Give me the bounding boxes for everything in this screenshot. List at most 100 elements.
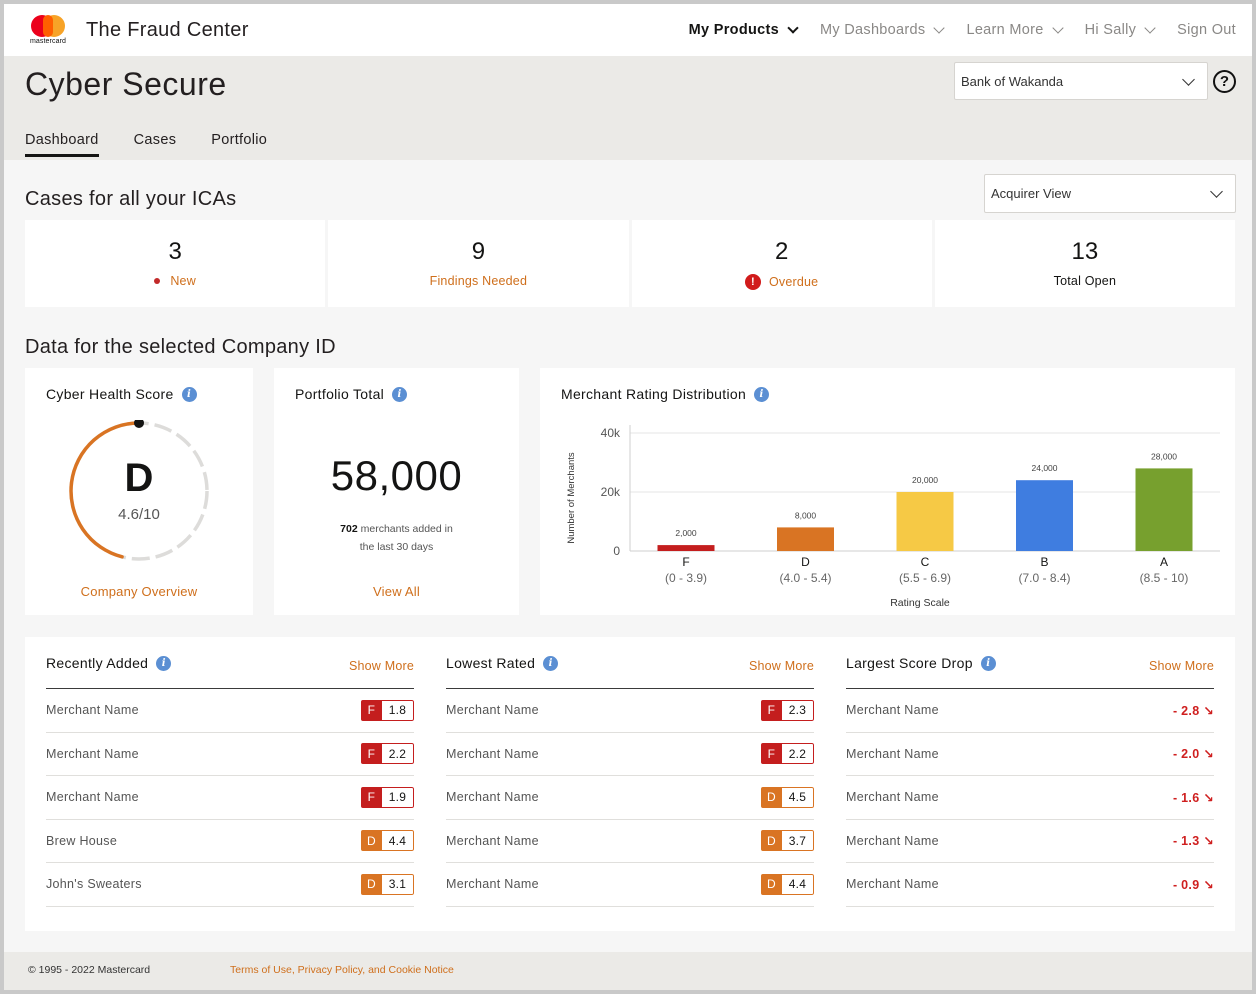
y-tick-label: 0 xyxy=(613,544,620,558)
mastercard-logo[interactable]: mastercard xyxy=(28,15,68,45)
list-item[interactable]: Brew House D 4.4 xyxy=(46,820,414,863)
rating-grade: F xyxy=(361,699,382,721)
nav-label: Learn More xyxy=(966,22,1044,38)
case-count: 3 xyxy=(168,238,182,265)
y-tick-label: 40k xyxy=(601,426,621,440)
list-item[interactable]: Merchant Name F 2.3 xyxy=(446,689,814,733)
page-title: Cyber Secure xyxy=(25,66,227,102)
nav-user-menu[interactable]: Hi Sally xyxy=(1085,22,1157,38)
info-icon[interactable]: i xyxy=(543,655,559,671)
score-drop: - 0.9 ↘ xyxy=(1172,877,1214,892)
case-label: New xyxy=(25,274,325,288)
tab-portfolio[interactable]: Portfolio xyxy=(211,132,267,157)
nav-my-dashboards[interactable]: My Dashboards xyxy=(820,22,946,38)
lowest-rated-list: Lowest Rated i Show More Merchant Name F 2… xyxy=(446,637,814,907)
bar xyxy=(777,527,834,551)
card-title-text: Portfolio Total xyxy=(295,386,385,402)
merchant-name: Merchant Name xyxy=(446,790,539,805)
rating-score: 3.1 xyxy=(382,873,414,895)
list-item[interactable]: Merchant Name D 4.4 xyxy=(446,863,814,907)
largest-drop-list: Largest Score Drop i Show More Merchant … xyxy=(846,637,1214,907)
rating-grade: D xyxy=(761,873,782,895)
list-item[interactable]: Merchant Name F 1.8 xyxy=(46,689,414,733)
list-item[interactable]: John's Sweaters D 3.1 xyxy=(46,863,414,907)
info-icon[interactable]: i xyxy=(156,655,172,671)
merchant-lists-card: Recently Added i Show More Merchant Name… xyxy=(25,637,1235,931)
merchant-name: John's Sweaters xyxy=(46,877,142,892)
list-item[interactable]: Merchant Name - 0.9 ↘ xyxy=(846,863,1214,907)
merchant-name: Merchant Name xyxy=(46,790,139,805)
view-select-value: Acquirer View xyxy=(991,186,1071,201)
portfolio-total-value: 58,000 xyxy=(330,452,463,499)
rating-grade: F xyxy=(361,743,382,765)
x-tick-label: B xyxy=(1040,555,1048,569)
info-icon[interactable]: i xyxy=(181,386,197,402)
rating-badge: F 1.8 xyxy=(361,699,414,721)
case-label: Total Open xyxy=(935,274,1235,288)
tab-dashboard[interactable]: Dashboard xyxy=(25,132,99,157)
legal-links[interactable]: Terms of Use, Privacy Policy, and Cookie… xyxy=(230,964,454,976)
x-tick-label: C xyxy=(921,555,930,569)
list-title-text: Lowest Rated xyxy=(446,655,536,671)
chevron-down-icon xyxy=(1051,22,1064,34)
help-icon[interactable]: ? xyxy=(1213,70,1236,93)
x-tick-label: F xyxy=(682,555,689,569)
info-icon[interactable]: i xyxy=(980,655,996,671)
list-item[interactable]: Merchant Name D 3.7 xyxy=(446,820,814,863)
rating-badge: D 3.1 xyxy=(361,873,414,895)
health-grade: D xyxy=(124,456,154,500)
list-item[interactable]: Merchant Name F 1.9 xyxy=(46,776,414,820)
case-card-findings[interactable]: 9 Findings Needed xyxy=(328,220,629,307)
rating-score: 1.8 xyxy=(382,699,414,721)
case-card-overdue[interactable]: 2 ! Overdue xyxy=(631,220,932,307)
nav-learn-more[interactable]: Learn More xyxy=(966,22,1064,38)
app-window: mastercard The Fraud Center My Products … xyxy=(4,4,1252,990)
health-score: 4.6/10 xyxy=(118,506,160,523)
x-tick-label: A xyxy=(1160,555,1168,569)
case-label: Findings Needed xyxy=(328,274,628,288)
bar xyxy=(896,492,954,551)
gauge-marker xyxy=(134,418,144,428)
show-more-link[interactable]: Show More xyxy=(1149,659,1214,673)
nav-my-products[interactable]: My Products xyxy=(689,22,799,38)
chevron-down-icon xyxy=(933,22,946,34)
bank-select[interactable]: Bank of Wakanda xyxy=(954,62,1208,100)
list-item[interactable]: Merchant Name - 1.6 ↘ xyxy=(846,776,1214,820)
rating-badge: D 3.7 xyxy=(761,830,814,852)
logo-wordmark: mastercard xyxy=(29,38,66,45)
rating-score: 1.9 xyxy=(382,786,414,808)
chevron-down-icon xyxy=(1182,73,1195,86)
case-card-total[interactable]: 13 Total Open xyxy=(934,220,1235,307)
rating-distribution-chart: 40k 20k 0 Number of Merchants 2,000 F (0 - 3.9… xyxy=(566,425,1220,609)
rating-badge: F 2.2 xyxy=(761,743,814,765)
tab-cases[interactable]: Cases xyxy=(134,132,177,157)
list-item[interactable]: Merchant Name - 2.8 ↘ xyxy=(846,689,1214,733)
card-title: Cyber Health Score i xyxy=(46,386,197,402)
show-more-link[interactable]: Show More xyxy=(749,659,814,673)
view-select[interactable]: Acquirer View xyxy=(984,174,1236,213)
added-text-2: the last 30 days xyxy=(359,541,434,553)
rating-grade: D xyxy=(761,830,782,852)
view-all-link[interactable]: View All xyxy=(274,584,519,599)
list-item[interactable]: Merchant Name - 2.0 ↘ xyxy=(846,733,1214,776)
list-item[interactable]: Merchant Name F 2.2 xyxy=(46,733,414,776)
company-overview-link[interactable]: Company Overview xyxy=(25,584,253,599)
x-range-label: (5.5 - 6.9) xyxy=(899,571,951,585)
bar xyxy=(1016,480,1073,551)
info-icon[interactable]: i xyxy=(392,386,408,402)
case-card-new[interactable]: 3 New xyxy=(25,220,326,307)
sign-out-link[interactable]: Sign Out xyxy=(1177,22,1236,38)
added-text: merchants added in xyxy=(357,523,453,535)
case-label-text: Overdue xyxy=(768,275,819,289)
case-label: ! Overdue xyxy=(632,274,932,290)
case-label-text: Total Open xyxy=(1053,274,1117,288)
list-item[interactable]: Merchant Name F 2.2 xyxy=(446,733,814,776)
case-label-text: Findings Needed xyxy=(429,274,528,288)
portfolio-added-note: 702 merchants added in the last 30 days xyxy=(274,520,519,556)
list-item[interactable]: Merchant Name D 4.5 xyxy=(446,776,814,820)
card-title: Portfolio Total i xyxy=(295,386,408,402)
app-title: The Fraud Center xyxy=(86,18,249,41)
rating-grade: F xyxy=(361,786,382,808)
list-item[interactable]: Merchant Name - 1.3 ↘ xyxy=(846,820,1214,863)
show-more-link[interactable]: Show More xyxy=(349,659,414,673)
